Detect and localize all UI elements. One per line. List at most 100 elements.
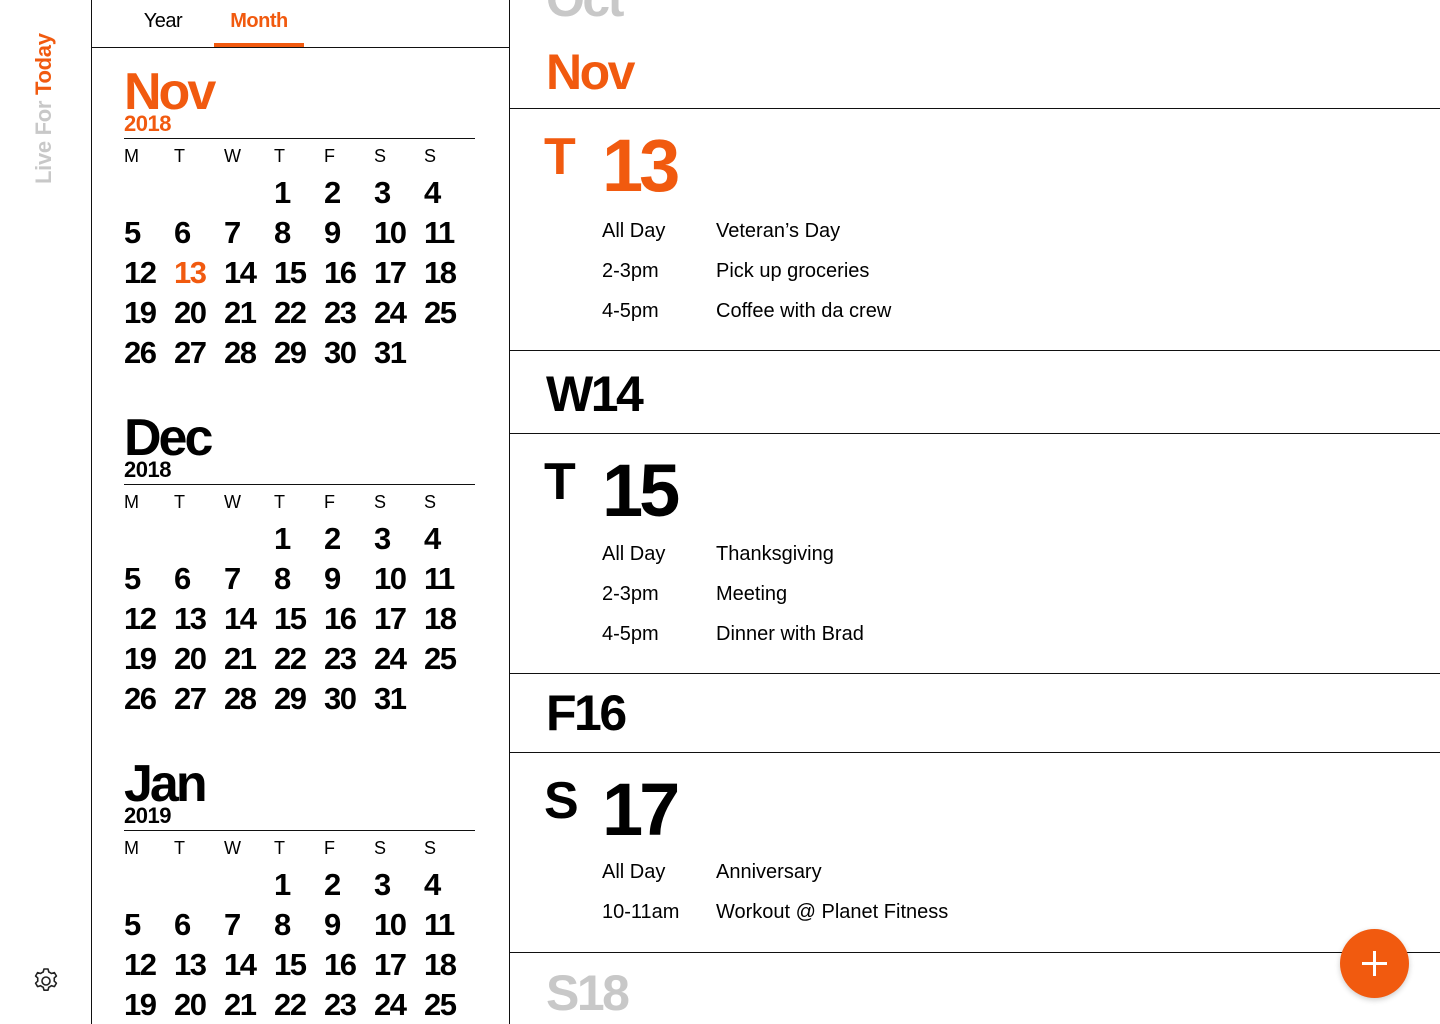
day-cell[interactable]: 7 (224, 561, 274, 597)
day-cell[interactable]: 24 (374, 641, 424, 677)
day-cell[interactable]: 19 (124, 641, 174, 677)
day-cell[interactable]: 21 (224, 987, 274, 1023)
day-cell[interactable]: 2 (324, 521, 374, 557)
day-cell[interactable]: 14 (224, 947, 274, 983)
day-cell[interactable]: 9 (324, 907, 374, 943)
settings-button[interactable] (30, 965, 62, 997)
day-cell[interactable]: 10 (374, 215, 424, 251)
day-cell[interactable]: 9 (324, 561, 374, 597)
day-cell[interactable]: 20 (174, 987, 224, 1023)
day-cell[interactable]: 23 (324, 641, 374, 677)
day-cell[interactable]: 21 (224, 641, 274, 677)
event-row[interactable]: All Day Anniversary (602, 852, 1302, 892)
tab-month[interactable]: Month (214, 10, 304, 47)
event-row[interactable]: 4-5pm Dinner with Brad (602, 614, 1302, 654)
day-cell[interactable]: 13 (174, 255, 224, 291)
day-cell[interactable]: 5 (124, 215, 174, 251)
day-cell[interactable]: 17 (374, 255, 424, 291)
day-cell[interactable]: 19 (124, 987, 174, 1023)
day-cell[interactable]: 13 (174, 601, 224, 637)
event-row[interactable]: All Day Veteran’s Day (602, 211, 1302, 251)
day-cell[interactable]: 22 (274, 295, 324, 331)
day-cell[interactable]: 21 (224, 295, 274, 331)
event-row[interactable]: 2-3pm Meeting (602, 574, 1302, 614)
day-cell[interactable]: 3 (374, 867, 424, 903)
day-cell[interactable]: 8 (274, 561, 324, 597)
day-cell[interactable]: 5 (124, 561, 174, 597)
day-cell[interactable]: 4 (424, 175, 474, 211)
collapsed-day-label[interactable]: S18 (546, 964, 630, 1022)
collapsed-day-row[interactable]: W14 (510, 351, 1440, 434)
day-cell[interactable]: 4 (424, 867, 474, 903)
day-cell[interactable]: 12 (124, 601, 174, 637)
day-cell[interactable]: 20 (174, 641, 224, 677)
day-cell[interactable]: 18 (424, 601, 474, 637)
day-cell[interactable]: 27 (174, 681, 224, 717)
day-cell[interactable]: 30 (324, 681, 374, 717)
event-row[interactable]: 4-5pm Coffee with da crew (602, 291, 1302, 331)
day-cell[interactable]: 18 (424, 255, 474, 291)
collapsed-day-row[interactable]: F16 (510, 674, 1440, 753)
day-cell[interactable]: 25 (424, 295, 474, 331)
day-cell[interactable]: 1 (274, 175, 324, 211)
day-cell[interactable]: 31 (374, 681, 424, 717)
day-cell[interactable]: 7 (224, 215, 274, 251)
day-cell[interactable]: 18 (424, 947, 474, 983)
event-row[interactable]: 10-11am Workout @ Planet Fitness (602, 892, 1302, 932)
event-row[interactable]: 2-3pm Pick up groceries (602, 251, 1302, 291)
tab-year[interactable]: Year (126, 10, 200, 47)
day-cell[interactable]: 7 (224, 907, 274, 943)
day-cell[interactable]: 10 (374, 561, 424, 597)
day-cell[interactable]: 2 (324, 867, 374, 903)
day-cell[interactable]: 16 (324, 255, 374, 291)
day-cell[interactable]: 15 (274, 947, 324, 983)
day-cell[interactable]: 13 (174, 947, 224, 983)
day-cell[interactable]: 28 (224, 335, 274, 371)
day-cell[interactable]: 6 (174, 907, 224, 943)
day-cell[interactable]: 17 (374, 947, 424, 983)
day-cell[interactable]: 8 (274, 907, 324, 943)
day-cell[interactable]: 22 (274, 987, 324, 1023)
day-cell[interactable]: 29 (274, 335, 324, 371)
day-cell[interactable]: 1 (274, 521, 324, 557)
day-cell[interactable]: 2 (324, 175, 374, 211)
day-cell[interactable]: 28 (224, 681, 274, 717)
day-cell[interactable]: 29 (274, 681, 324, 717)
day-cell[interactable]: 10 (374, 907, 424, 943)
day-cell[interactable]: 3 (374, 175, 424, 211)
day-cell[interactable]: 5 (124, 907, 174, 943)
day-cell[interactable]: 14 (224, 255, 274, 291)
day-cell[interactable]: 3 (374, 521, 424, 557)
add-event-button[interactable] (1340, 929, 1409, 998)
day-cell[interactable]: 24 (374, 295, 424, 331)
day-cell[interactable]: 11 (424, 215, 474, 251)
day-cell[interactable]: 6 (174, 215, 224, 251)
day-cell[interactable]: 17 (374, 601, 424, 637)
day-cell[interactable]: 23 (324, 295, 374, 331)
day-cell[interactable]: 26 (124, 681, 174, 717)
day-cell[interactable]: 25 (424, 641, 474, 677)
day-cell[interactable]: 19 (124, 295, 174, 331)
day-cell[interactable]: 14 (224, 601, 274, 637)
day-cell[interactable]: 8 (274, 215, 324, 251)
day-cell[interactable]: 30 (324, 335, 374, 371)
day-cell[interactable]: 22 (274, 641, 324, 677)
day-cell[interactable]: 24 (374, 987, 424, 1023)
day-cell[interactable]: 27 (174, 335, 224, 371)
event-row[interactable]: All Day Thanksgiving (602, 534, 1302, 574)
day-cell[interactable]: 20 (174, 295, 224, 331)
day-cell[interactable]: 15 (274, 255, 324, 291)
day-cell[interactable]: 11 (424, 561, 474, 597)
day-cell[interactable]: 9 (324, 215, 374, 251)
day-cell[interactable]: 16 (324, 601, 374, 637)
day-cell[interactable]: 12 (124, 255, 174, 291)
day-cell[interactable]: 31 (374, 335, 424, 371)
day-cell[interactable]: 4 (424, 521, 474, 557)
day-cell[interactable]: 1 (274, 867, 324, 903)
day-cell[interactable]: 15 (274, 601, 324, 637)
day-cell[interactable]: 25 (424, 987, 474, 1023)
day-cell[interactable]: 6 (174, 561, 224, 597)
day-cell[interactable]: 26 (124, 335, 174, 371)
day-cell[interactable]: 11 (424, 907, 474, 943)
day-cell[interactable]: 12 (124, 947, 174, 983)
